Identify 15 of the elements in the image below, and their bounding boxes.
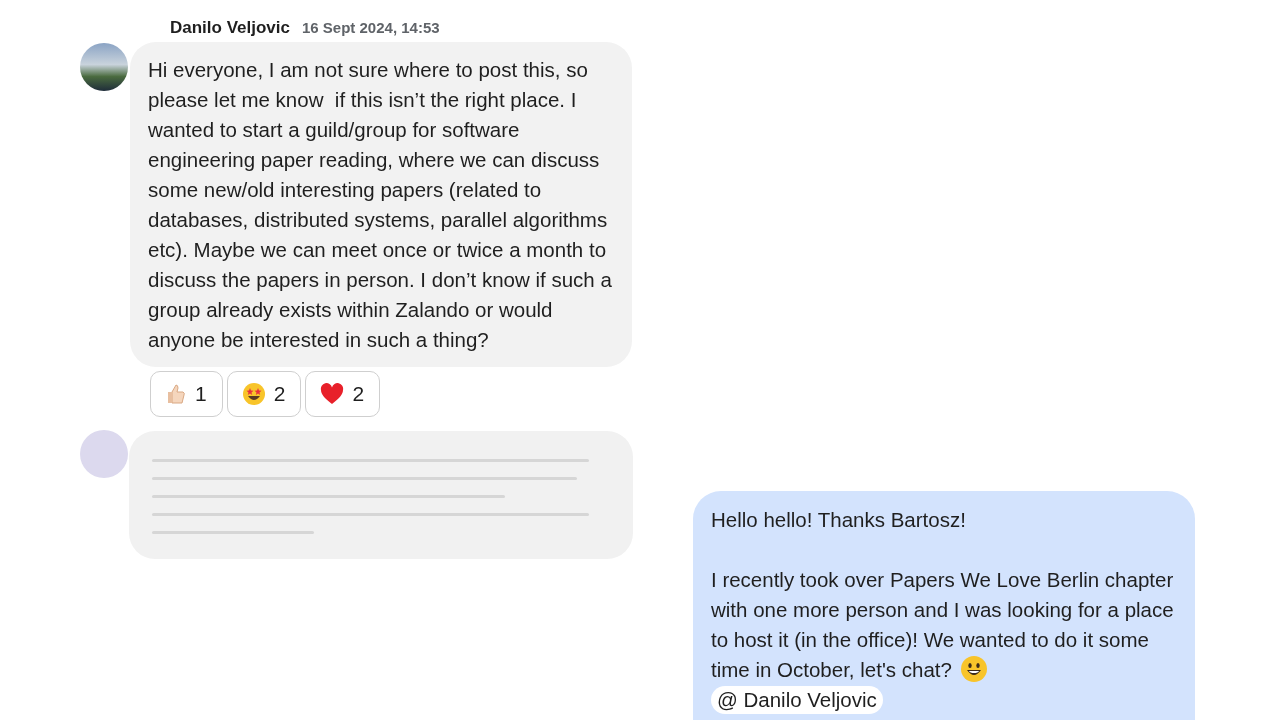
message-text: I recently took over Papers We Love Berlin chapter with one more person and I was looking for a place to host it (in the office)! We wanted to do it some time in October, let's chat?: [711, 567, 1175, 685]
heart-icon: [320, 383, 345, 405]
reaction-chip[interactable]: 1: [150, 371, 223, 417]
mention-chip[interactable]: @ Danilo Veljovic: [711, 686, 883, 714]
message-text: Hello hello! Thanks Bartosz!: [711, 507, 967, 533]
reaction-chip[interactable]: 2: [305, 371, 381, 417]
thumbs-up-icon: [165, 383, 187, 405]
message-time: 16 Sept 2024, 14:53: [302, 19, 440, 36]
reaction-chip[interactable]: 2: [226, 371, 302, 417]
star-eyes-face-icon: [241, 382, 266, 406]
author-name: Danilo Veljovic: [170, 18, 290, 38]
avatar: [80, 430, 128, 478]
smiley-face-icon: [959, 655, 988, 683]
avatar: [80, 43, 128, 91]
message-text: Hi everyone, I am not sure where to post this, so please let me know if this isn’t the right place. I wanted to start a guild/group for software engineering paper reading, where we can discuss some new/old interesting papers (related to databases, distributed systems, parallel algorithms etc). Maybe we can meet once or twice a month to discuss the papers in person. I don’t know if such a group already exists within Zalando or would anyone be interested in such a thing?: [148, 57, 613, 353]
